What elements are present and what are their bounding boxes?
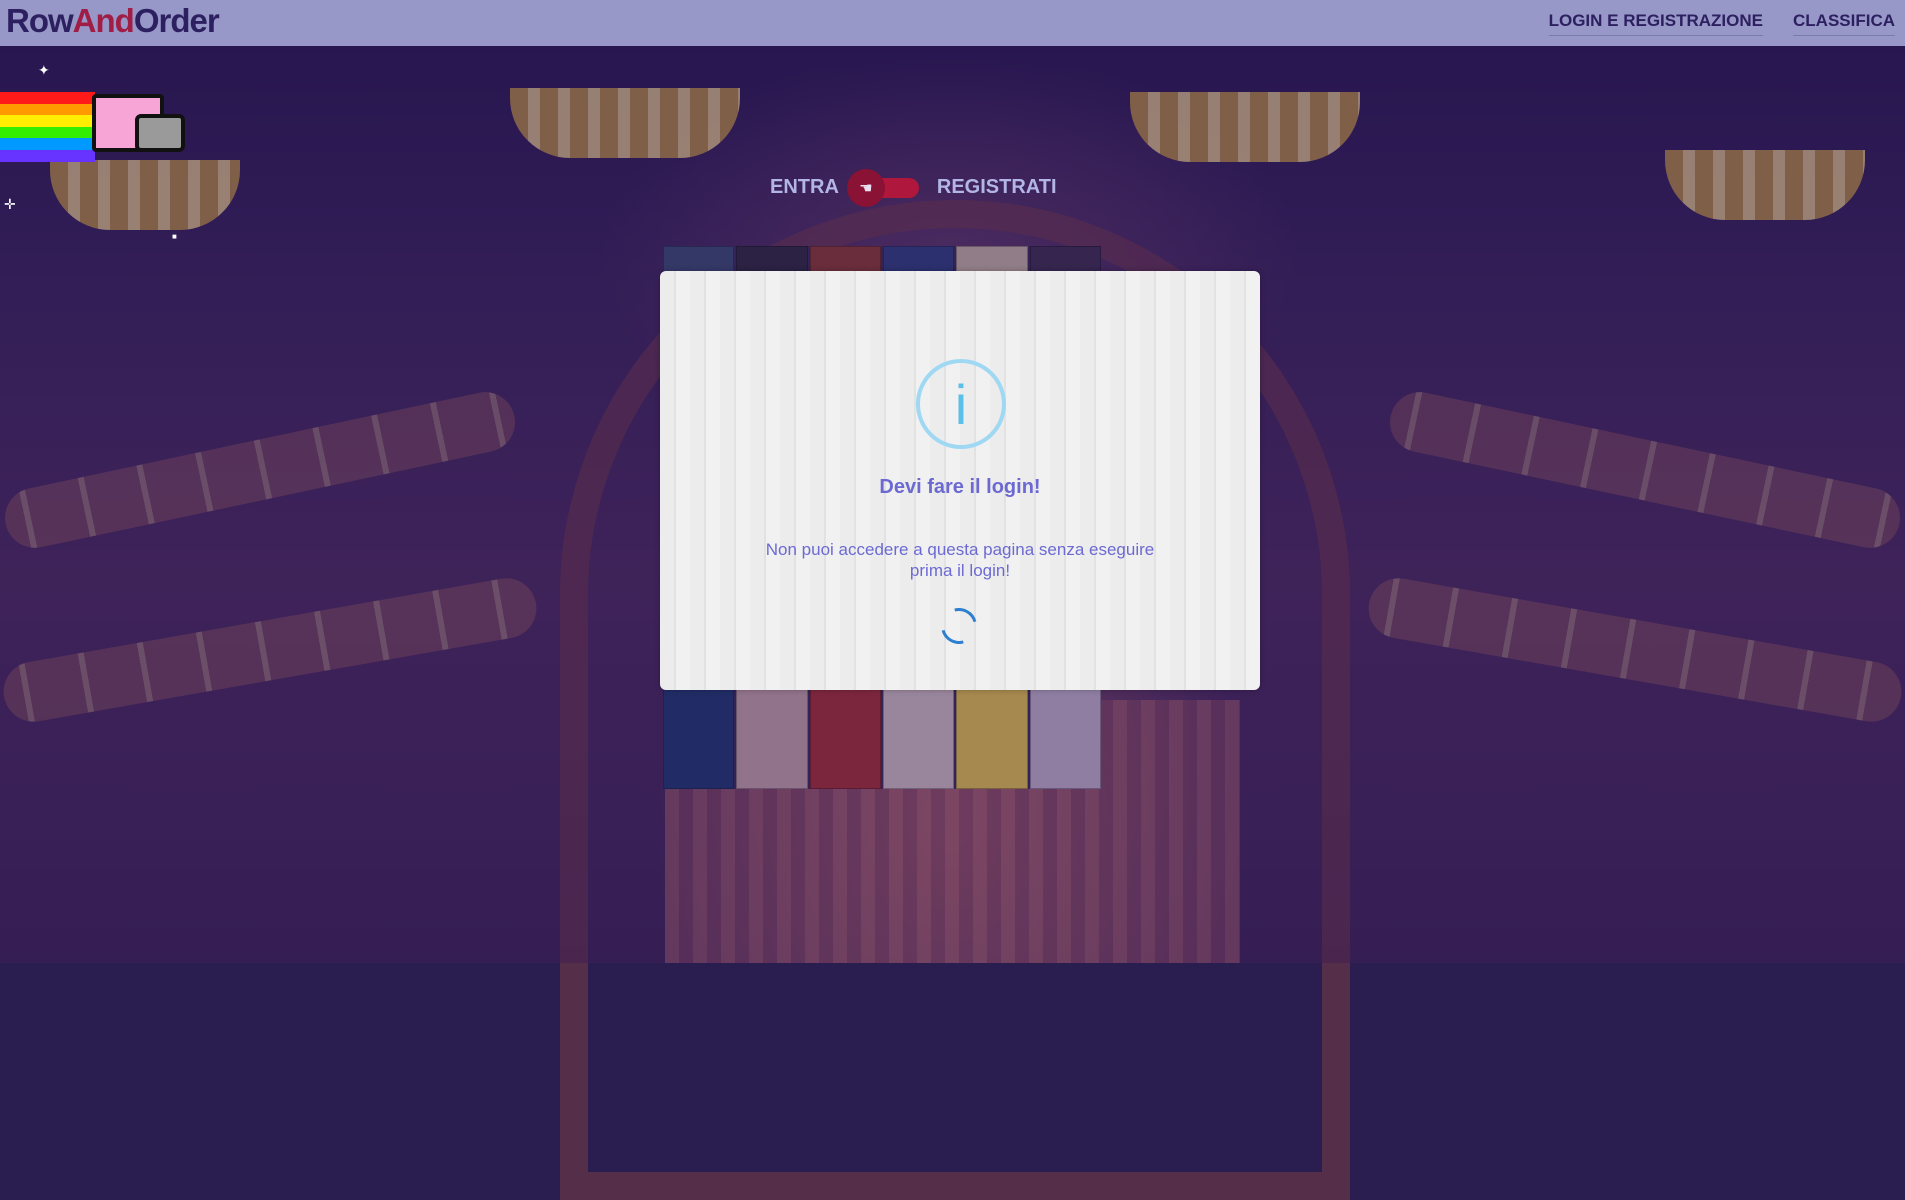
dialog-title: Devi fare il login!: [879, 476, 1041, 498]
sparkle-icon: ✦: [38, 62, 50, 78]
dialog-message: Non puoi accedere a questa pagina senza …: [765, 540, 1155, 580]
logo-and: And: [72, 2, 135, 39]
logo-order: Order: [133, 2, 220, 39]
loading-spinner-icon: [934, 601, 984, 651]
sparkle-icon: ✛: [4, 196, 16, 212]
auth-switch[interactable]: ☚: [846, 168, 919, 207]
pointing-hand-icon[interactable]: ☚: [846, 168, 885, 207]
sparkle-icon: ■: [172, 232, 177, 241]
login-required-dialog: i Devi fare il login! Non puoi accedere …: [660, 271, 1260, 690]
auth-toggle: ENTRA ☚ REGISTRATI: [770, 168, 1057, 207]
nyan-cat-animation: [0, 92, 190, 162]
nav-login-registration[interactable]: LOGIN E REGISTRAZIONE: [1548, 11, 1763, 36]
nav-leaderboard[interactable]: CLASSIFICA: [1793, 11, 1895, 36]
rainbow-trail: [0, 92, 95, 162]
cat-head: [135, 114, 185, 152]
top-navbar: RowAndOrder LOGIN E REGISTRAZIONE CLASSI…: [0, 0, 1905, 46]
app-logo[interactable]: RowAndOrder: [6, 2, 220, 40]
toggle-label-register[interactable]: REGISTRATI: [937, 176, 1057, 199]
logo-row: Row: [6, 2, 74, 39]
info-icon: i: [916, 359, 1006, 449]
toggle-label-login[interactable]: ENTRA: [770, 176, 839, 199]
nav-menu: LOGIN E REGISTRAZIONE CLASSIFICA: [1548, 0, 1905, 46]
